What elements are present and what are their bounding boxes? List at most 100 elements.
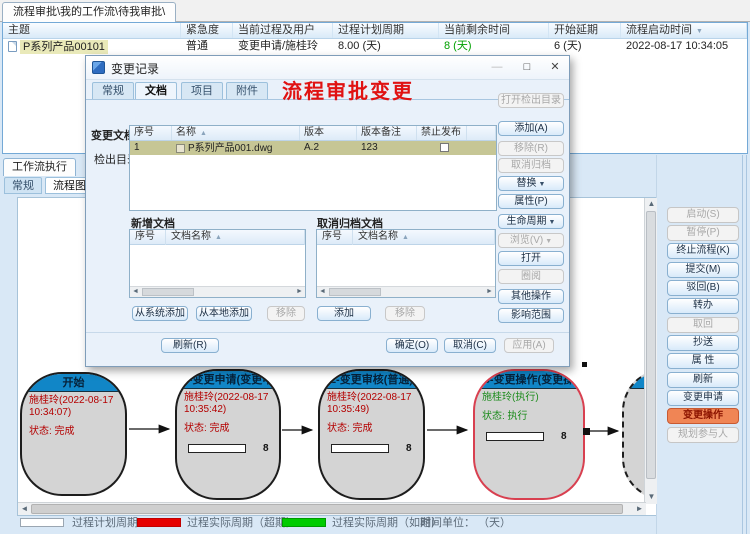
tab-pending-approval[interactable]: 流程审批\我的工作流\待我审批\ [2, 2, 176, 22]
task-subject[interactable]: P系列产品00101 [20, 40, 108, 54]
new-docs-header: 序号 文档名称▲ [130, 230, 305, 245]
browse-menu-button[interactable]: 浏览(V)▼ [498, 233, 564, 248]
red-annotation: 流程审批变更 [282, 75, 414, 104]
retrieve-button[interactable]: 取回 [667, 317, 739, 333]
scroll-up-icon[interactable]: ▲ [645, 198, 658, 211]
scroll-down-icon[interactable]: ▼ [645, 491, 658, 504]
selection-handle[interactable] [582, 362, 587, 367]
tab-workflow-execution[interactable]: 工作流执行 [3, 158, 76, 176]
scroll-left-icon[interactable]: ◄ [317, 287, 328, 297]
apply-button[interactable]: 应用(A) [504, 338, 554, 353]
col-start-delay[interactable]: 开始延期 [549, 23, 621, 38]
circulate-button[interactable]: 圈阅 [498, 269, 564, 284]
subtab-general[interactable]: 常规 [4, 177, 42, 194]
remove-cancel-doc-button[interactable]: 移除 [385, 306, 425, 321]
col-remaining-time[interactable]: 当前剩余时间 [439, 23, 549, 38]
table-row[interactable]: P系列产品00101 普通 变更申请/施桂玲 8.00 (天) 8 (天) 6 … [3, 39, 747, 54]
start-button[interactable]: 启动(S) [667, 207, 739, 223]
scroll-left-icon[interactable]: ◄ [130, 287, 141, 297]
doc-name: P系列产品001.dwg [188, 142, 272, 155]
legend-planned-label: 过程计划周期 [72, 516, 138, 530]
cancel-archive-button[interactable]: 取消归档 [498, 158, 564, 173]
col-doc-name[interactable]: 文档名称▲ [166, 230, 305, 245]
dialog-tab-project[interactable]: 项目 [181, 82, 223, 100]
new-docs-hscrollbar[interactable]: ◄ ► [130, 286, 305, 297]
task-subject-cell[interactable]: P系列产品00101 [3, 39, 181, 54]
change-docs-header: 序号 名称▲ 版本 版本备注 禁止发布 [130, 126, 496, 141]
doc-forbid-cell [417, 141, 467, 155]
open-button[interactable]: 打开 [498, 251, 564, 266]
pause-button[interactable]: 暂停(P) [667, 225, 739, 241]
col-urgency[interactable]: 紧急度 [181, 23, 233, 38]
cancel-docs-hscrollbar[interactable]: ◄ ► [317, 286, 495, 297]
remove-new-doc-button[interactable]: 移除 [267, 306, 305, 321]
cancel-button[interactable]: 取消(C) [444, 338, 496, 353]
horizontal-scroll-thumb[interactable] [31, 504, 623, 514]
col-name[interactable]: 名称▲ [172, 126, 300, 140]
canvas-vertical-scrollbar[interactable]: ▲ ▼ [644, 198, 657, 504]
submit-button[interactable]: 提交(M) [667, 262, 739, 278]
change-request-button[interactable]: 变更申请 [667, 390, 739, 406]
forbid-publish-checkbox[interactable] [440, 143, 449, 152]
sort-asc-icon: ▲ [402, 234, 409, 241]
cancel-docs-list[interactable]: 序号 文档名称▲ ◄ ► [316, 229, 496, 298]
impact-scope-button[interactable]: 影响范围 [498, 308, 564, 323]
scroll-thumb[interactable] [329, 288, 381, 296]
splitter-line [742, 155, 743, 534]
col-subject[interactable]: 主题 [3, 23, 181, 38]
other-operations-button[interactable]: 其他操作 [498, 289, 564, 304]
scroll-right-icon[interactable]: ► [633, 503, 646, 516]
col-start-time[interactable]: 流程启动时间▼ [621, 23, 747, 38]
properties-button[interactable]: 属 性 [667, 353, 739, 369]
forward-button[interactable]: 转办 [667, 298, 739, 314]
change-doc-row[interactable]: 1 P系列产品001.dwg A.2 123 [130, 141, 496, 155]
dialog-bottom-separator [86, 332, 569, 333]
close-icon[interactable]: ✕ [542, 58, 568, 77]
change-operation-button[interactable]: 变更操作 [667, 408, 739, 424]
replace-menu-button[interactable]: 替换▼ [498, 176, 564, 191]
col-planned-period[interactable]: 过程计划周期 [333, 23, 439, 38]
col-doc-name[interactable]: 文档名称▲ [353, 230, 495, 245]
terminate-flow-button[interactable]: 终止流程(K) [667, 243, 739, 259]
reject-button[interactable]: 驳回(B) [667, 280, 739, 296]
change-record-dialog: 变更记录 — □ ✕ 常规 文档 项目 附件 流程审批变更 检出目录 设置检出目… [85, 55, 570, 367]
add-from-local-button[interactable]: 从本地添加 [196, 306, 252, 321]
legend-overdue-swatch [137, 518, 181, 527]
refresh-button[interactable]: 刷新 [667, 372, 739, 388]
col-process-user[interactable]: 当前过程及用户 [233, 23, 333, 38]
dialog-tab-documents[interactable]: 文档 [135, 82, 177, 100]
lifecycle-menu-button[interactable]: 生命周期▼ [498, 214, 564, 229]
new-docs-list[interactable]: 序号 文档名称▲ ◄ ► [129, 229, 306, 298]
col-no[interactable]: 序号 [317, 230, 353, 245]
dialog-tab-attachments[interactable]: 附件 [226, 82, 268, 100]
properties-button[interactable]: 属性(P) [498, 194, 564, 209]
add-button[interactable]: 添加(A) [498, 121, 564, 136]
scroll-thumb[interactable] [142, 288, 194, 296]
dialog-tab-general[interactable]: 常规 [92, 82, 134, 100]
add-cancel-doc-button[interactable]: 添加 [317, 306, 371, 321]
change-docs-table[interactable]: 序号 名称▲ 版本 版本备注 禁止发布 1 P系列产品001.dwg A.2 1… [129, 125, 497, 211]
col-no[interactable]: 序号 [130, 126, 172, 140]
scroll-left-icon[interactable]: ◄ [18, 503, 31, 516]
ok-button[interactable]: 确定(O) [386, 338, 438, 353]
remove-button[interactable]: 移除(R) [498, 141, 564, 156]
col-forbid-publish[interactable]: 禁止发布 [417, 126, 467, 140]
canvas-horizontal-scrollbar[interactable]: ◄ ► [18, 502, 646, 515]
add-from-system-button[interactable]: 从系统添加 [132, 306, 188, 321]
workflow-path-tabstrip: 流程审批\我的工作流\待我审批\ [0, 0, 750, 22]
refresh-button[interactable]: 刷新(R) [161, 338, 219, 353]
col-version[interactable]: 版本 [300, 126, 357, 140]
vertical-scroll-thumb[interactable] [646, 211, 656, 479]
maximize-icon[interactable]: □ [514, 58, 540, 77]
minimize-icon[interactable]: — [484, 58, 510, 77]
doc-name-cell[interactable]: P系列产品001.dwg [172, 141, 300, 155]
plan-participants-button[interactable]: 规划参与人 [667, 427, 739, 443]
task-table-header: 主题 紧急度 当前过程及用户 过程计划周期 当前剩余时间 开始延期 流程启动时间… [3, 23, 747, 39]
col-no[interactable]: 序号 [130, 230, 166, 245]
scroll-right-icon[interactable]: ► [484, 287, 495, 297]
scroll-right-icon[interactable]: ► [294, 287, 305, 297]
open-checkout-dir-button[interactable]: 打开检出目录 [498, 93, 564, 108]
dropdown-icon: ▼ [549, 219, 556, 226]
cc-button[interactable]: 抄送 [667, 335, 739, 351]
col-version-note[interactable]: 版本备注 [357, 126, 417, 140]
